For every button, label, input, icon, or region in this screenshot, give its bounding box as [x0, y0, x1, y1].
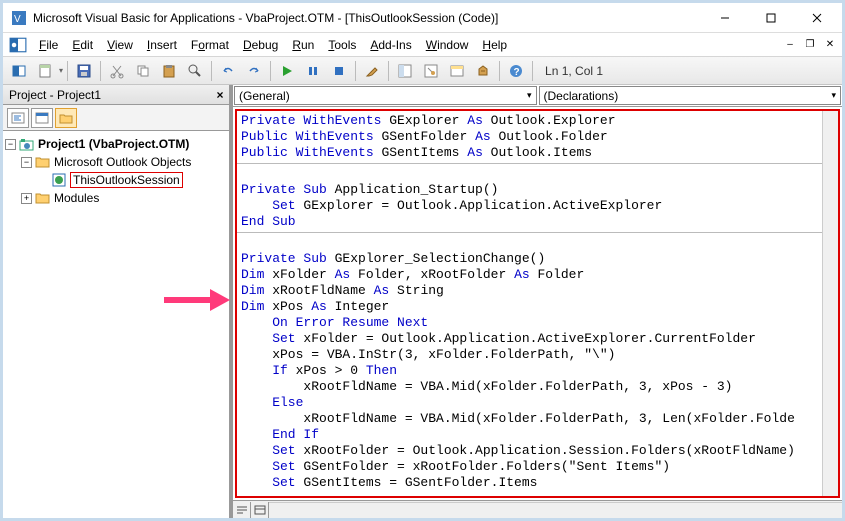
mdi-close-button[interactable]: ✕ — [822, 37, 838, 53]
tree-collapse-icon[interactable]: − — [21, 157, 32, 168]
tree-collapse-icon[interactable]: − — [5, 139, 16, 150]
insert-module-button[interactable] — [33, 60, 57, 82]
folder-icon — [35, 155, 51, 169]
break-button[interactable] — [301, 60, 325, 82]
tree-project-root[interactable]: Project1 (VbaProject.OTM) — [38, 137, 189, 151]
chevron-down-icon: ▾ — [527, 90, 532, 101]
project-explorer-button[interactable] — [393, 60, 417, 82]
reset-button[interactable] — [327, 60, 351, 82]
view-object-button[interactable] — [31, 108, 53, 128]
menu-insert[interactable]: Insert — [141, 36, 183, 54]
toggle-folders-button[interactable] — [55, 108, 77, 128]
project-panel-header: Project - Project1 × — [3, 85, 229, 105]
folder-icon — [35, 191, 51, 205]
minimize-button[interactable] — [702, 4, 748, 32]
full-module-view-button[interactable] — [251, 502, 269, 518]
code-pane: (General) ▾ (Declarations) ▾ Private WithE… — [230, 85, 842, 518]
menu-window[interactable]: Window — [420, 36, 475, 54]
project-tree: − Project1 (VbaProject.OTM) − Microsoft … — [3, 131, 229, 518]
project-panel-close-button[interactable]: × — [211, 88, 229, 102]
menu-run[interactable]: Run — [286, 36, 320, 54]
menu-file[interactable]: FFileile — [33, 36, 64, 54]
vba-app-icon: V — [11, 10, 27, 26]
properties-button[interactable] — [419, 60, 443, 82]
project-panel-toolbar — [3, 105, 229, 131]
close-button[interactable] — [794, 4, 840, 32]
maximize-button[interactable] — [748, 4, 794, 32]
run-button[interactable] — [275, 60, 299, 82]
cursor-position: Ln 1, Col 1 — [545, 64, 603, 78]
redo-button[interactable] — [242, 60, 266, 82]
menu-debug[interactable]: Debug — [237, 36, 284, 54]
procedure-dropdown-value: (Declarations) — [544, 89, 619, 103]
menu-bar: FFileile Edit View Insert Format Debug R… — [3, 33, 842, 57]
mdi-minimize-button[interactable]: – — [782, 37, 798, 53]
code-view-switcher — [233, 500, 842, 518]
view-outlook-button[interactable] — [7, 60, 31, 82]
design-mode-button[interactable] — [360, 60, 384, 82]
object-browser-button[interactable] — [445, 60, 469, 82]
menu-addins[interactable]: Add-Ins — [364, 36, 417, 54]
horizontal-scrollbar[interactable] — [269, 502, 842, 518]
tree-item-thisoutlooksession[interactable]: ThisOutlookSession — [70, 172, 183, 188]
undo-button[interactable] — [216, 60, 240, 82]
svg-text:?: ? — [514, 67, 520, 78]
find-button[interactable] — [183, 60, 207, 82]
save-button[interactable] — [72, 60, 96, 82]
svg-text:V: V — [14, 14, 21, 25]
cut-button[interactable] — [105, 60, 129, 82]
toolbox-button[interactable] — [471, 60, 495, 82]
project-explorer: Project - Project1 × − Project1 (VbaProj… — [3, 85, 230, 518]
copy-button[interactable] — [131, 60, 155, 82]
object-dropdown-value: (General) — [239, 89, 290, 103]
paste-button[interactable] — [157, 60, 181, 82]
menu-format[interactable]: Format — [185, 36, 235, 54]
title-bar: V Microsoft Visual Basic for Application… — [3, 3, 842, 33]
view-code-button[interactable] — [7, 108, 29, 128]
project-icon — [19, 137, 35, 151]
window-title: Microsoft Visual Basic for Applications … — [33, 11, 702, 25]
tree-folder-modules[interactable]: Modules — [54, 191, 99, 205]
mdi-restore-button[interactable]: ❐ — [802, 37, 818, 53]
menu-help[interactable]: Help — [476, 36, 513, 54]
tree-expand-icon[interactable]: + — [21, 193, 32, 204]
vertical-scrollbar[interactable] — [822, 111, 838, 496]
help-button[interactable]: ? — [504, 60, 528, 82]
outlook-icon — [9, 36, 27, 54]
chevron-down-icon: ▾ — [831, 90, 836, 101]
toolbar: ▾ ? Ln 1, Col 1 — [3, 57, 842, 85]
project-panel-title: Project - Project1 — [9, 88, 101, 102]
tree-folder-outlook-objects[interactable]: Microsoft Outlook Objects — [54, 155, 191, 169]
menu-tools[interactable]: Tools — [322, 36, 362, 54]
code-editor[interactable]: Private WithEvents GExplorer As Outlook.… — [237, 111, 838, 496]
module-icon — [51, 173, 67, 187]
menu-view[interactable]: View — [101, 36, 139, 54]
procedure-view-button[interactable] — [233, 502, 251, 518]
menu-edit[interactable]: Edit — [66, 36, 99, 54]
procedure-dropdown[interactable]: (Declarations) ▾ — [539, 86, 842, 105]
object-dropdown[interactable]: (General) ▾ — [234, 86, 537, 105]
